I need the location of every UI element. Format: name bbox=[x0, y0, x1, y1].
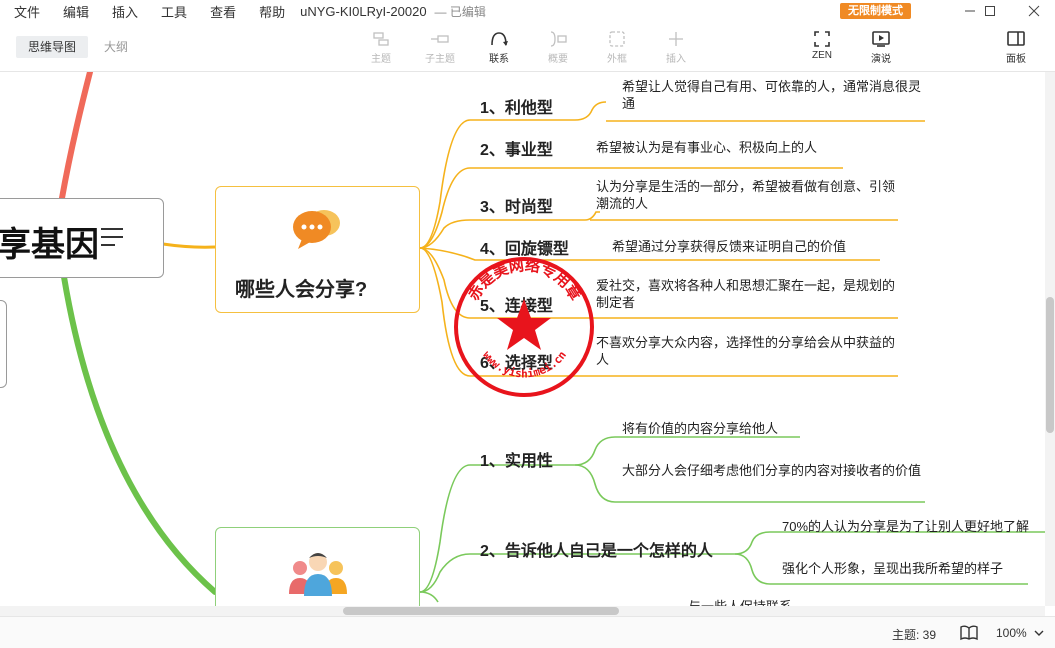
boundary-tool-button[interactable]: 外框 bbox=[592, 30, 642, 65]
panel-button[interactable]: 面板 bbox=[991, 30, 1041, 65]
stamp-ring-text: 赤是美网络专用章 bbox=[465, 256, 585, 303]
people-group-icon bbox=[289, 553, 347, 596]
subtopic-icon bbox=[431, 35, 449, 43]
maximize-icon bbox=[985, 6, 995, 16]
orange-root-connector bbox=[162, 242, 216, 249]
desc-fashion[interactable]: 认为分享是生活的一部分，希望被看做有创意、引领潮流的人 bbox=[596, 178, 896, 212]
tab-outline[interactable]: 大纲 bbox=[92, 36, 140, 58]
close-button[interactable] bbox=[1014, 0, 1054, 22]
insert-tool-button[interactable]: 插入 bbox=[651, 30, 701, 65]
topic-icon bbox=[373, 32, 389, 46]
subtopic-tool-button[interactable]: 子主题 bbox=[415, 30, 465, 65]
horizontal-scroll-thumb[interactable] bbox=[343, 607, 619, 615]
book-icon[interactable] bbox=[960, 625, 978, 641]
present-label: 演说 bbox=[871, 54, 891, 65]
notes-icon[interactable] bbox=[101, 225, 125, 249]
red-seal-stamp: 赤是美网络专用章 www.yishimei.cn bbox=[454, 256, 594, 397]
fullscreen-icon bbox=[814, 31, 830, 47]
insert-tool-label: 插入 bbox=[666, 54, 686, 65]
zen-mode-label: ZEN bbox=[812, 50, 832, 61]
topic-tool-label: 主题 bbox=[371, 54, 391, 65]
zen-mode-button[interactable]: ZEN bbox=[797, 30, 847, 61]
desc-self-image-1[interactable]: 70%的人认为分享是为了让别人更好地了解 bbox=[782, 518, 1029, 535]
desc-connector[interactable]: 爱社交，喜欢将各种人和思想汇聚在一起，是规划的制定者 bbox=[596, 277, 896, 311]
menu-help[interactable]: 帮助 bbox=[245, 2, 294, 21]
topic-altruist[interactable]: 1、利他型 bbox=[480, 94, 553, 118]
boundary-icon bbox=[609, 31, 625, 47]
subtopic-tool-label: 子主题 bbox=[425, 54, 455, 65]
summary-icon bbox=[550, 31, 567, 47]
panel-label: 面板 bbox=[1006, 54, 1026, 65]
vertical-scroll-thumb[interactable] bbox=[1046, 297, 1054, 433]
horizontal-scrollbar[interactable] bbox=[0, 606, 1045, 616]
stamp-url-text: www.yishimei.cn bbox=[480, 349, 569, 381]
document-title: uNYG-KI0LRyI-20020 bbox=[300, 3, 427, 19]
desc-self-image-2[interactable]: 强化个人形象，呈现出我所希望的样子 bbox=[782, 560, 1003, 577]
partial-left-node[interactable] bbox=[0, 300, 7, 388]
desc-practicality-2[interactable]: 大部分人会仔细考虑他们分享的内容对接收者的价值 bbox=[622, 462, 922, 479]
menu-insert[interactable]: 插入 bbox=[98, 2, 147, 21]
desc-career[interactable]: 希望被认为是有事业心、积极向上的人 bbox=[596, 139, 817, 156]
close-icon bbox=[1028, 5, 1040, 17]
menu-file[interactable]: 文件 bbox=[0, 2, 49, 21]
menu-tools[interactable]: 工具 bbox=[147, 2, 196, 21]
topic-fashion[interactable]: 3、时尚型 bbox=[480, 193, 553, 217]
maximize-button[interactable] bbox=[970, 0, 1010, 22]
topic-career[interactable]: 2、事业型 bbox=[480, 136, 553, 160]
document-status: — 已编辑 bbox=[434, 4, 486, 19]
summary-tool-button[interactable]: 概要 bbox=[533, 30, 583, 65]
root-topic-node[interactable]: 享基因 bbox=[0, 198, 164, 278]
desc-boomerang[interactable]: 希望通过分享获得反馈来证明自己的价值 bbox=[612, 238, 846, 255]
svg-text:www.yishimei.cn: www.yishimei.cn bbox=[480, 349, 569, 381]
menu-edit[interactable]: 编辑 bbox=[49, 2, 98, 21]
presentation-icon bbox=[872, 31, 890, 47]
menu-view[interactable]: 查看 bbox=[196, 2, 245, 21]
svg-text:赤是美网络专用章: 赤是美网络专用章 bbox=[465, 256, 585, 303]
topic-count: 主题: 39 bbox=[892, 628, 937, 642]
relationship-tool-button[interactable]: 联系 bbox=[474, 30, 524, 65]
who-shares-title: 哪些人会分享? bbox=[235, 279, 368, 301]
present-button[interactable]: 演说 bbox=[856, 30, 906, 65]
chevron-down-icon[interactable] bbox=[1034, 629, 1044, 637]
relationship-tool-label: 联系 bbox=[489, 54, 509, 65]
topic-tool-button[interactable]: 主题 bbox=[356, 30, 406, 65]
topic-self-image[interactable]: 2、告诉他人自己是一个怎样的人 bbox=[480, 537, 713, 561]
desc-altruist[interactable]: 希望让人觉得自己有用、可依靠的人，通常消息很灵通 bbox=[622, 78, 922, 112]
panel-icon bbox=[1007, 31, 1025, 46]
relationship-icon bbox=[491, 32, 508, 46]
chat-bubbles-icon bbox=[293, 210, 340, 249]
topic-practicality[interactable]: 1、实用性 bbox=[480, 447, 553, 471]
desc-practicality-1[interactable]: 将有价值的内容分享给他人 bbox=[622, 420, 778, 437]
plus-icon bbox=[669, 32, 683, 46]
desc-keep-contact-partial[interactable]: 与一些人保持联系 bbox=[688, 598, 792, 606]
zoom-level[interactable]: 100% bbox=[996, 626, 1027, 640]
green-branch-line bbox=[61, 274, 218, 595]
vertical-scrollbar[interactable] bbox=[1045, 72, 1055, 606]
summary-tool-label: 概要 bbox=[548, 54, 568, 65]
tab-mindmap[interactable]: 思维导图 bbox=[16, 36, 89, 58]
who-shares-node[interactable]: 哪些人会分享? bbox=[215, 186, 420, 313]
unlimited-mode-badge[interactable]: 无限制模式 bbox=[840, 3, 911, 19]
status-bar: 主题: 39 100% bbox=[0, 616, 1055, 648]
boundary-tool-label: 外框 bbox=[607, 54, 627, 65]
toolbar: 思维导图 大纲 主题 子主题 联系 概要 外框 插入 ZEN 演说 面板 bbox=[0, 22, 1055, 72]
desc-selective[interactable]: 不喜欢分享大众内容，选择性的分享给会从中获益的人 bbox=[596, 334, 896, 368]
red-branch-line bbox=[59, 72, 93, 201]
why-share-node[interactable] bbox=[215, 527, 420, 606]
root-topic-text: 享基因 bbox=[0, 226, 99, 264]
